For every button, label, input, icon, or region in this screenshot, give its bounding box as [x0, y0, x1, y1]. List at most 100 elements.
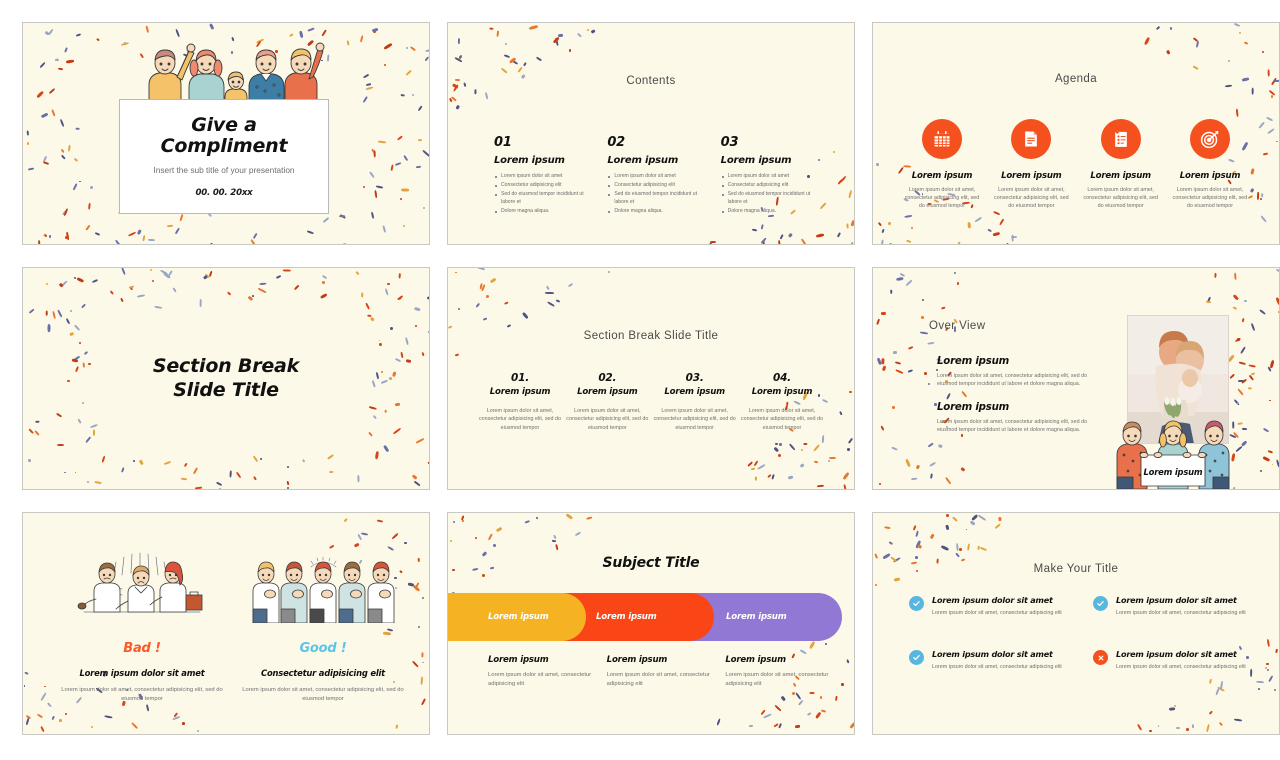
agenda-items: Lorem ipsum Lorem ipsum dolor sit amet, …: [901, 119, 1251, 210]
confetti-piece: [993, 232, 1001, 237]
confetti-piece: [376, 519, 383, 523]
confetti-piece: [1192, 65, 1199, 71]
confetti-piece: [904, 214, 913, 218]
confetti-piece: [881, 311, 887, 315]
confetti-piece: [1237, 402, 1240, 404]
confetti-piece: [371, 210, 375, 219]
confetti-piece: [123, 41, 127, 45]
contents-subtitle: Lorem ipsum: [494, 155, 565, 166]
checklist-item[interactable]: Lorem ipsum dolor sit amet Lorem ipsum d…: [909, 649, 1071, 671]
confetti-piece: [148, 238, 156, 242]
confetti-piece: [1168, 707, 1176, 711]
good-subtitle: Consectetur adipisicing elit: [261, 668, 385, 678]
slide-title[interactable]: Give a Compliment Insert the sub title o…: [22, 22, 430, 245]
confetti-piece: [1247, 387, 1252, 390]
slide-contents[interactable]: Contents 01 Lorem ipsum Lorem ipsum dolo…: [447, 22, 855, 245]
checklist-item[interactable]: Lorem ipsum dolor sit amet Lorem ipsum d…: [1093, 595, 1255, 617]
confetti-piece: [25, 130, 29, 137]
confetti-piece: [1260, 198, 1263, 201]
confetti-piece: [850, 242, 854, 244]
confetti-piece: [795, 691, 802, 700]
confetti-piece: [760, 224, 764, 230]
confetti-piece: [454, 56, 463, 63]
slide-make-your-title[interactable]: Make Your Title Lorem ipsum dolor sit am…: [872, 512, 1280, 735]
confetti-piece: [585, 516, 593, 521]
confetti-piece: [371, 28, 379, 33]
agenda-item[interactable]: Lorem ipsum Lorem ipsum dolor sit amet, …: [1080, 119, 1162, 210]
list-item: Dolore magna aliqua.: [721, 208, 824, 216]
slide-section-break-columns[interactable]: Section Break Slide Title 01. Lorem ipsu…: [447, 267, 855, 490]
confetti-piece: [415, 165, 421, 169]
confetti-piece: [95, 231, 101, 236]
confetti-piece: [1176, 726, 1181, 729]
confetti-piece: [1262, 152, 1269, 156]
confetti-piece: [553, 37, 560, 44]
confetti-piece: [62, 208, 68, 217]
confetti-piece: [451, 95, 458, 101]
section-break-line-2: Slide Title: [173, 378, 279, 401]
confetti-piece: [90, 726, 94, 729]
checklist-item[interactable]: Lorem ipsum dolor sit amet Lorem ipsum d…: [909, 595, 1071, 617]
slide-agenda[interactable]: Agenda Lorem ipsum Lorem ipsum dolor sit…: [872, 22, 1280, 245]
agenda-item-text: Lorem ipsum dolor sit amet, consectetur …: [1083, 187, 1158, 210]
confetti-piece: [1218, 721, 1223, 726]
agenda-item-text: Lorem ipsum dolor sit amet, consectetur …: [1172, 187, 1248, 210]
confetti-piece: [839, 410, 844, 416]
confetti-piece: [489, 277, 496, 284]
confetti-piece: [1144, 37, 1151, 46]
confetti-piece: [322, 217, 329, 223]
confetti-piece: [546, 285, 551, 291]
confetti-piece: [760, 708, 766, 715]
confetti-piece: [716, 718, 721, 726]
confetti-piece: [50, 109, 56, 117]
confetti-piece: [1244, 299, 1247, 303]
slide-subject-title[interactable]: Subject Title Lorem ipsum Lorem ipsum Lo…: [447, 512, 855, 735]
confetti-piece: [954, 551, 960, 558]
slide-over-view[interactable]: Over View Lorem ipsum Lorem ipsum dolor …: [872, 267, 1280, 490]
confetti-piece: [523, 61, 528, 67]
confetti-piece: [1219, 681, 1223, 691]
checklist-item[interactable]: Lorem ipsum dolor sit amet Lorem ipsum d…: [1093, 649, 1255, 671]
confetti-piece: [458, 56, 462, 60]
confetti-piece: [1251, 87, 1254, 95]
confetti-piece: [1195, 40, 1200, 49]
confetti-piece: [960, 467, 966, 472]
agenda-item[interactable]: Lorem ipsum Lorem ipsum dolor sit amet, …: [990, 119, 1072, 210]
confetti-piece: [788, 233, 794, 238]
confetti-piece: [26, 717, 30, 726]
list-item: Dolore magna aliqua.: [494, 208, 597, 216]
confetti-piece: [253, 232, 258, 239]
confetti-piece: [888, 222, 891, 225]
confetti-piece: [828, 456, 836, 459]
confetti-piece: [66, 58, 75, 63]
confetti-piece: [338, 215, 346, 218]
confetti-piece: [487, 533, 493, 541]
confetti-piece: [1250, 372, 1255, 376]
agenda-heading: Agenda: [1054, 73, 1098, 85]
confetti-piece: [905, 239, 912, 244]
confetti-piece: [1269, 359, 1275, 369]
confetti-piece: [65, 713, 67, 716]
agenda-item[interactable]: Lorem ipsum Lorem ipsum dolor sit amet, …: [901, 119, 983, 210]
confetti-piece: [927, 382, 931, 386]
column-text: Lorem ipsum dolor sit amet, consectetur …: [478, 408, 562, 431]
confetti-piece: [409, 45, 416, 51]
confetti-piece: [917, 543, 922, 549]
confetti-piece: [482, 574, 486, 578]
agenda-item[interactable]: Lorem ipsum Lorem ipsum dolor sit amet, …: [1169, 119, 1251, 210]
confetti-piece: [51, 715, 55, 720]
confetti-piece: [1257, 688, 1260, 691]
confetti-piece: [1267, 365, 1272, 372]
confetti-piece: [813, 460, 819, 464]
slide-section-break[interactable]: Section Break Slide Title: [22, 267, 430, 490]
slide-bad-good[interactable]: Bad ! Lorem ipsum dolor sit amet Lorem i…: [22, 512, 430, 735]
list-item: Sed do eiusmod tempor incididunt ut labo…: [494, 191, 597, 207]
confetti-piece: [48, 235, 52, 239]
confetti-piece: [422, 661, 424, 664]
title-subtitle: Insert the sub title of your presentatio…: [153, 165, 295, 176]
confetti-piece: [1229, 372, 1236, 379]
confetti-piece: [834, 695, 838, 701]
contents-column: 02 Lorem ipsum Lorem ipsum dolor sit ame…: [607, 135, 710, 216]
subject-bar-1[interactable]: Lorem ipsum: [448, 593, 586, 641]
confetti-piece: [373, 150, 376, 159]
